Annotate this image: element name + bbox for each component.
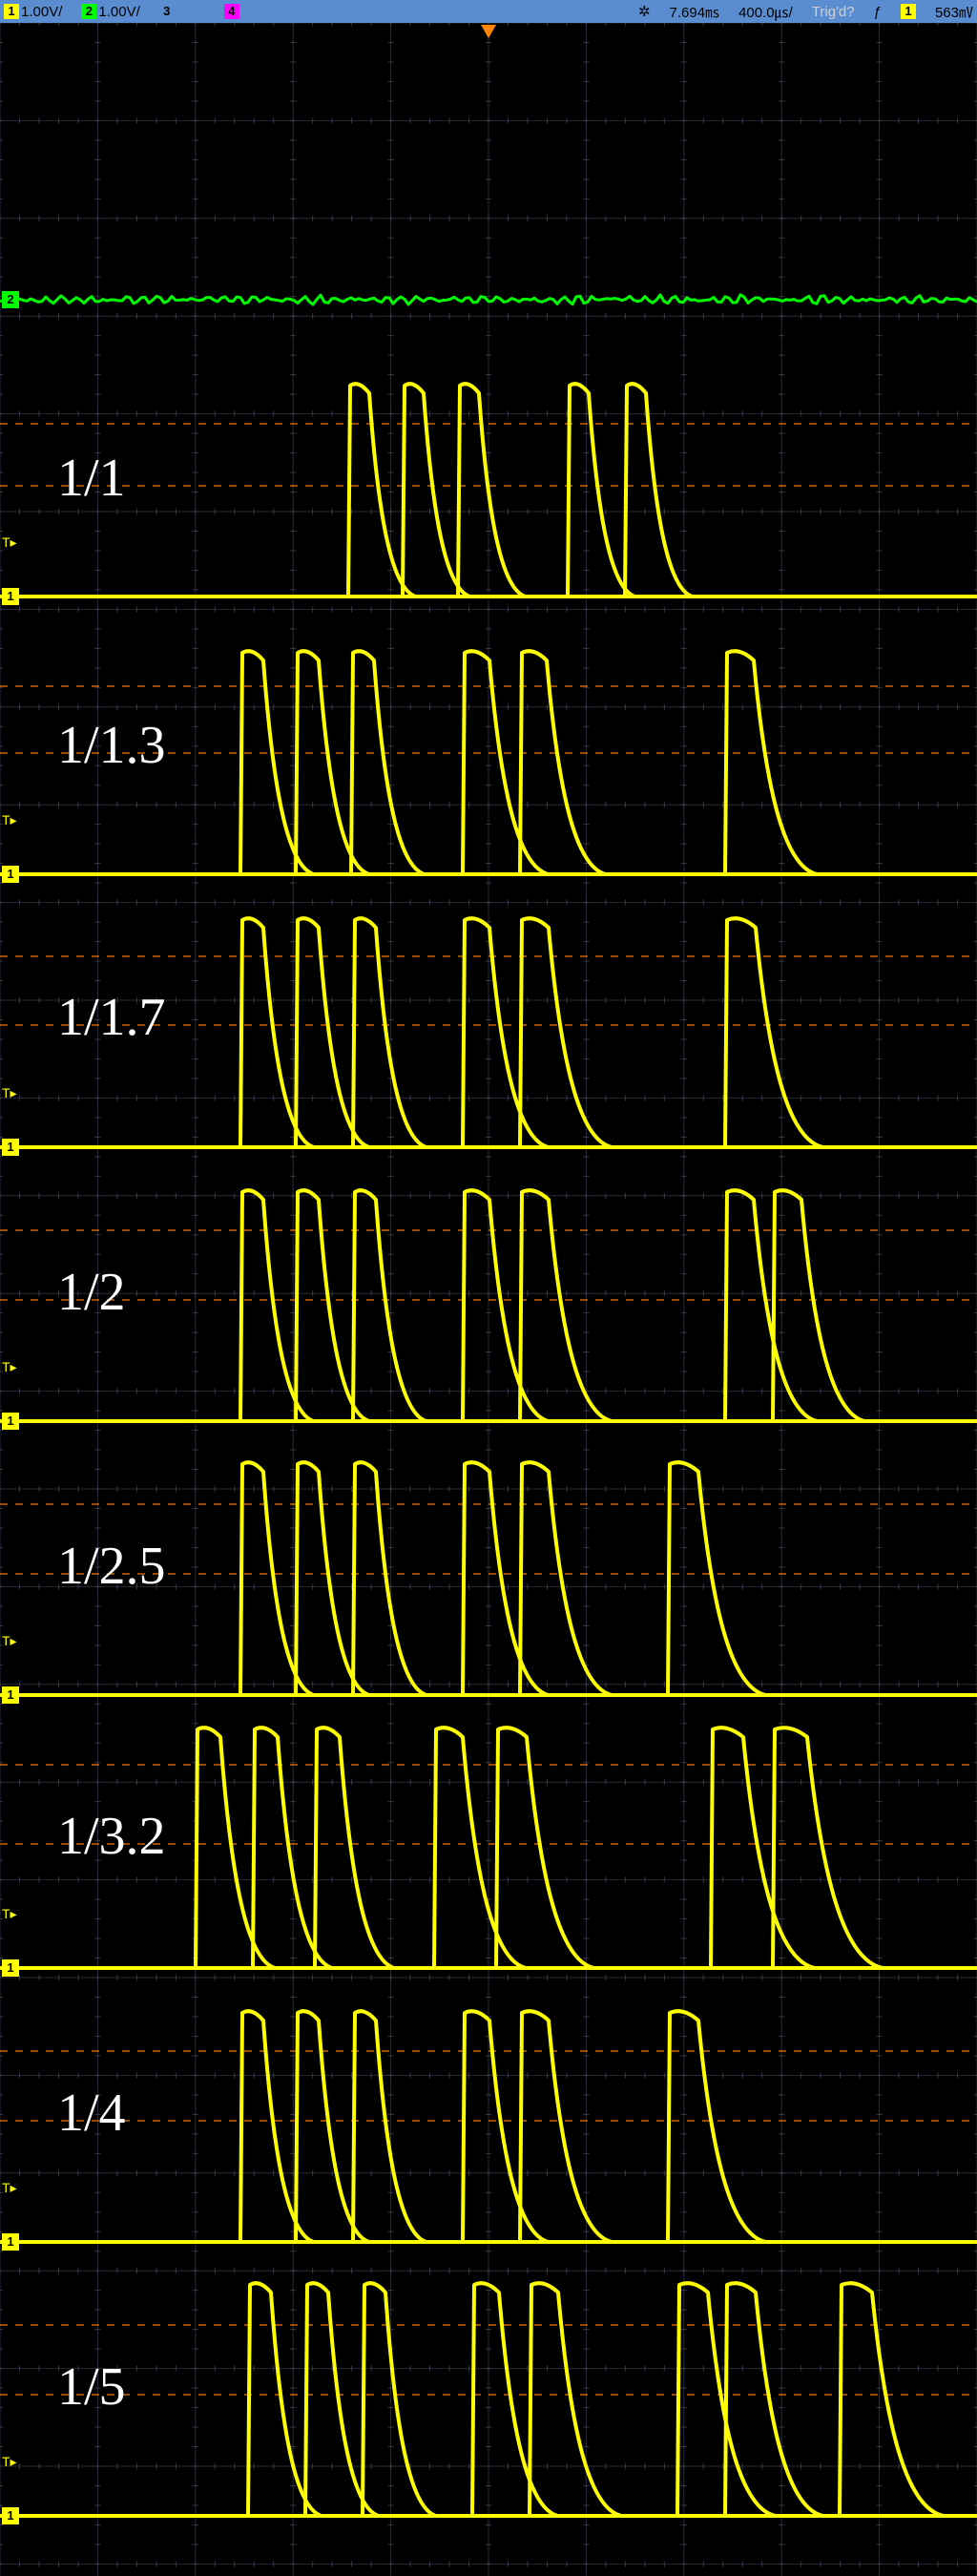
trigger-marker-icon: T▸	[2, 812, 17, 828]
trigger-slope-icon: ƒ	[874, 4, 882, 20]
trigger-mode: Trig'd?	[812, 4, 855, 20]
ch4-badge: 4	[224, 4, 239, 19]
ratio-label: 1/1.7	[57, 987, 166, 1048]
ch1-indicator: 1 1.00V/	[4, 4, 62, 20]
ratio-label: 1/4	[57, 2083, 126, 2144]
ratio-label: 1/2.5	[57, 1536, 166, 1597]
ch1-badge: 1	[4, 4, 19, 19]
ratio-label: 1/1.3	[57, 715, 166, 776]
scope-grid	[0, 23, 977, 2576]
ch1-baseline-marker: 1	[2, 1139, 19, 1156]
ratio-label: 1/1	[57, 448, 126, 509]
ch2-scale: 1.00V/	[98, 4, 139, 20]
trigger-marker-icon: T▸	[2, 534, 17, 551]
sweep-value: 400.0㎲/	[738, 2, 793, 22]
oscilloscope-screenshot: 1 1.00V/ 2 1.00V/ 3 4 ✲ 7.694㎳ 400.0㎲/ T…	[0, 0, 977, 2576]
timebase-value: 7.694㎳	[670, 2, 720, 22]
trigger-level: 563㎷	[935, 2, 973, 22]
scope-display: 1/1 1 T▸ 1/1.3 1 T▸ 1/1.7 1 T▸ 1/2 1 T▸ 1/2.5 1 T▸ 1/3.…	[0, 23, 977, 2576]
ch2-baseline-marker: 2	[2, 291, 19, 308]
ch3-badge: 3	[159, 4, 175, 19]
trigger-marker-icon: T▸	[2, 1906, 17, 1922]
ch1-baseline-marker: 1	[2, 2233, 19, 2251]
trigger-marker-icon: T▸	[2, 1085, 17, 1101]
ch1-scale: 1.00V/	[21, 4, 62, 20]
ratio-label: 1/3.2	[57, 1806, 166, 1867]
timebase-icon: ✲	[638, 3, 651, 20]
ratio-label: 1/2	[57, 1262, 126, 1323]
trigger-channel-badge: 1	[901, 4, 916, 19]
trigger-marker-icon: T▸	[2, 1359, 17, 1375]
ch2-indicator: 2 1.00V/	[81, 4, 139, 20]
ch1-baseline-marker: 1	[2, 1959, 19, 1977]
ch1-baseline-marker: 1	[2, 1686, 19, 1704]
trigger-marker-icon: T▸	[2, 2180, 17, 2196]
ch1-baseline-marker: 1	[2, 2507, 19, 2524]
trigger-marker-icon: T▸	[2, 2454, 17, 2470]
ch1-baseline-marker: 1	[2, 588, 19, 605]
scope-toolbar: 1 1.00V/ 2 1.00V/ 3 4 ✲ 7.694㎳ 400.0㎲/ T…	[0, 0, 977, 23]
ch2-badge: 2	[81, 4, 96, 19]
ratio-label: 1/5	[57, 2356, 126, 2418]
ch1-baseline-marker: 1	[2, 866, 19, 883]
ch1-baseline-marker: 1	[2, 1413, 19, 1430]
trigger-marker-icon: T▸	[2, 1633, 17, 1649]
